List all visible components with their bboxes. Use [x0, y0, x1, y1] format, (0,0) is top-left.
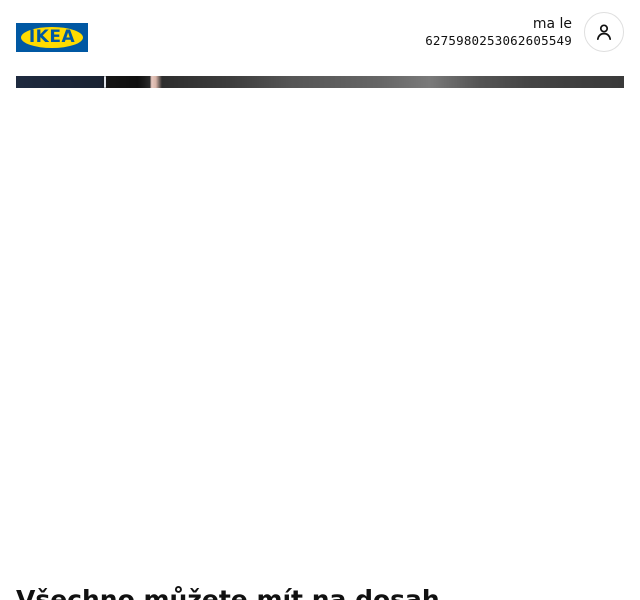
- ikea-logo[interactable]: IKEA: [16, 23, 88, 52]
- content-area: [0, 88, 640, 578]
- person-icon: [596, 24, 612, 41]
- hero-image-highlight: [104, 76, 106, 88]
- profile-button[interactable]: [584, 12, 624, 52]
- user-name: ma le: [532, 16, 572, 32]
- user-id: 6275980253062605549: [425, 33, 572, 48]
- logo-text: IKEA: [28, 27, 76, 47]
- section-heading: Všechno můžete mít na dosah: [16, 585, 440, 600]
- user-info: ma le 6275980253062605549: [425, 16, 572, 48]
- hero-image: [16, 76, 624, 88]
- site-header: IKEA ma le 6275980253062605549: [0, 0, 640, 76]
- page: IKEA ma le 6275980253062605549 Všechno m…: [0, 0, 640, 600]
